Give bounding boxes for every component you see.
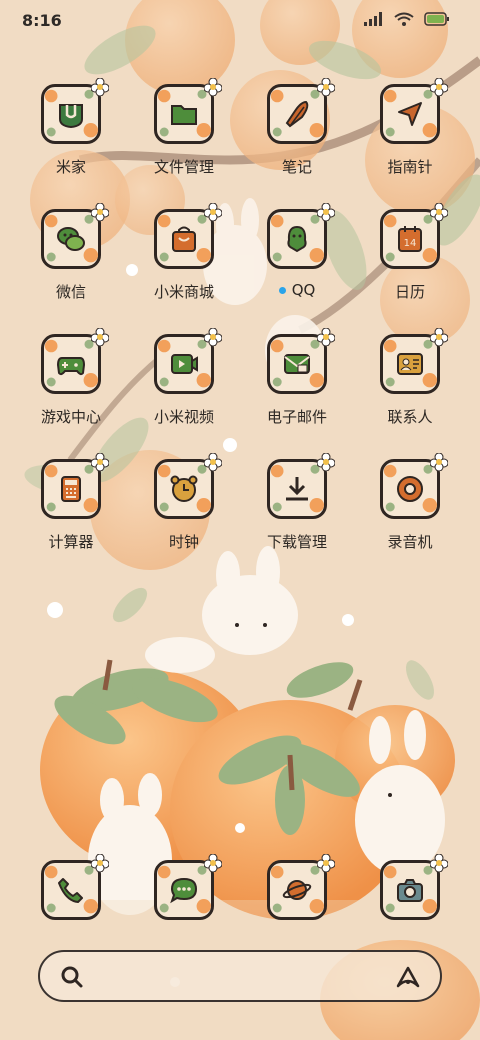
app-contacts[interactable]: 联系人 xyxy=(354,328,466,444)
flower-decoration xyxy=(317,453,335,471)
qq-icon xyxy=(287,225,307,253)
flower-decoration xyxy=(430,328,448,346)
note-icon xyxy=(285,100,309,128)
app-label: 米家 xyxy=(55,158,86,176)
folder-icon xyxy=(171,105,197,125)
alarm-clock-icon xyxy=(170,475,198,502)
gamepad-icon xyxy=(56,357,86,376)
xiaoai-icon[interactable] xyxy=(394,964,422,990)
flower-decoration xyxy=(204,854,222,872)
app-downloads[interactable]: 下载管理 xyxy=(241,453,353,569)
app-label: 微信 xyxy=(55,283,86,301)
search-bar[interactable] xyxy=(38,950,442,1002)
wechat-icon xyxy=(57,227,85,251)
app-label: 录音机 xyxy=(387,533,433,551)
compass-icon xyxy=(398,102,422,126)
app-qq[interactable]: QQ xyxy=(241,203,353,319)
app-label-text: QQ xyxy=(291,281,316,299)
app-label: 电子邮件 xyxy=(266,408,327,426)
planet-icon xyxy=(282,880,312,900)
app-email[interactable]: 电子邮件 xyxy=(241,328,353,444)
app-file-manager[interactable]: 文件管理 xyxy=(128,78,240,194)
flower-decoration xyxy=(204,328,222,346)
app-label: 指南针 xyxy=(387,158,433,176)
app-mijia[interactable]: 米家 xyxy=(15,78,127,194)
flower-decoration xyxy=(204,78,222,96)
calendar-day: 14 xyxy=(404,238,417,249)
app-label: 计算器 xyxy=(48,533,94,551)
app-game-center[interactable]: 游戏中心 xyxy=(15,328,127,444)
search-icon[interactable] xyxy=(60,965,84,989)
recorder-icon xyxy=(397,476,423,502)
flower-decoration xyxy=(430,78,448,96)
flower-decoration xyxy=(430,854,448,872)
camera-icon xyxy=(397,879,423,902)
mail-icon xyxy=(284,354,310,374)
app-label: 笔记 xyxy=(281,158,312,176)
app-mi-video[interactable]: 小米视频 xyxy=(128,328,240,444)
app-label: 日历 xyxy=(394,283,425,301)
app-wechat[interactable]: 微信 xyxy=(15,203,127,319)
flower-decoration xyxy=(430,203,448,221)
flower-decoration xyxy=(91,203,109,221)
dock xyxy=(0,854,480,930)
app-label: 时钟 xyxy=(168,533,199,551)
download-icon xyxy=(286,477,308,501)
wifi-icon xyxy=(394,12,414,26)
message-icon xyxy=(170,877,198,904)
flower-decoration xyxy=(204,203,222,221)
battery-icon xyxy=(424,12,449,26)
video-icon xyxy=(171,354,198,374)
flower-decoration xyxy=(317,203,335,221)
app-calendar[interactable]: 14 日历 xyxy=(354,203,466,319)
flower-decoration xyxy=(430,453,448,471)
shop-icon xyxy=(172,226,196,252)
app-mi-store[interactable]: 小米商城 xyxy=(128,203,240,319)
flower-decoration xyxy=(204,453,222,471)
app-label: QQ xyxy=(241,281,353,299)
app-label: 文件管理 xyxy=(153,158,214,176)
app-calculator[interactable]: 计算器 xyxy=(15,453,127,569)
flower-decoration xyxy=(91,453,109,471)
flower-decoration xyxy=(317,854,335,872)
app-label: 联系人 xyxy=(387,408,433,426)
app-label: 下载管理 xyxy=(266,533,327,551)
flower-decoration xyxy=(91,328,109,346)
app-compass[interactable]: 指南针 xyxy=(354,78,466,194)
contacts-icon xyxy=(397,353,423,375)
calculator-icon xyxy=(61,476,81,502)
signal-icon xyxy=(364,12,382,26)
app-label: 小米视频 xyxy=(153,408,214,426)
app-notes[interactable]: 笔记 xyxy=(241,78,353,194)
phone-icon xyxy=(58,878,83,903)
status-bar: 8:16 xyxy=(0,0,480,42)
calendar-icon: 14 xyxy=(398,226,422,252)
app-recorder[interactable]: 录音机 xyxy=(354,453,466,569)
flower-decoration xyxy=(317,328,335,346)
mijia-icon xyxy=(59,104,83,129)
app-clock[interactable]: 时钟 xyxy=(128,453,240,569)
flower-decoration xyxy=(91,78,109,96)
app-label: 游戏中心 xyxy=(40,408,101,426)
clock-time: 8:16 xyxy=(22,11,62,30)
flower-decoration xyxy=(317,78,335,96)
new-badge-dot xyxy=(278,287,286,294)
app-label: 小米商城 xyxy=(153,283,214,301)
flower-decoration xyxy=(91,854,109,872)
